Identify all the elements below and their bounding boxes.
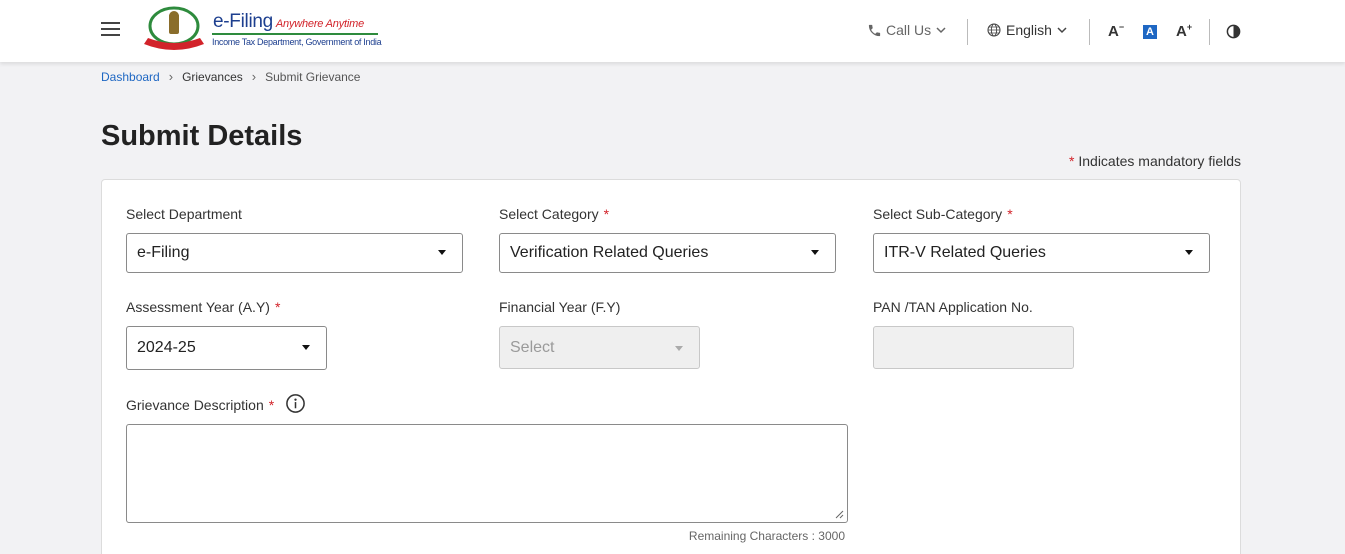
- info-icon[interactable]: [285, 393, 306, 414]
- font-decrease-button[interactable]: A−: [1108, 22, 1124, 40]
- logo-tagline: Anywhere Anytime: [275, 18, 365, 30]
- department-label: Select Department: [126, 206, 242, 222]
- required-asterisk: *: [1007, 206, 1013, 222]
- financial-year-label: Financial Year (F.Y): [499, 299, 620, 315]
- department-select[interactable]: e-Filing: [126, 233, 463, 273]
- remaining-characters: Remaining Characters : 3000: [688, 529, 845, 543]
- font-decrease-label: A: [1108, 23, 1119, 40]
- grievance-description-textarea[interactable]: [126, 424, 848, 523]
- subcategory-label: Select Sub-Category *: [873, 206, 1013, 222]
- assessment-year-select[interactable]: 2024-25: [126, 326, 327, 370]
- caret-down-icon: [675, 346, 683, 351]
- pan-tan-label: PAN /TAN Application No.: [873, 299, 1033, 315]
- category-label-text: Select Category: [499, 206, 599, 222]
- logo-subtitle: Income Tax Department, Government of Ind…: [212, 37, 382, 47]
- header-divider: [1209, 19, 1210, 45]
- font-reset-button[interactable]: A: [1143, 25, 1157, 39]
- required-asterisk: *: [274, 299, 281, 315]
- top-header: e-Filing Anywhere Anytime Income Tax Depa…: [0, 0, 1345, 62]
- financial-year-select: Select: [499, 326, 700, 369]
- call-us-dropdown[interactable]: Call Us: [867, 22, 947, 38]
- category-value: Verification Related Queries: [510, 244, 709, 261]
- financial-year-label-text: Financial Year (F.Y): [499, 299, 621, 315]
- caret-down-icon: [302, 345, 310, 350]
- emblem-logo-icon: [144, 6, 204, 50]
- font-increase-label: A: [1176, 23, 1187, 40]
- language-label: English: [1006, 22, 1052, 38]
- chevron-right-icon: ›: [251, 69, 257, 84]
- mandatory-note-text: Indicates mandatory fields: [1078, 153, 1241, 169]
- mandatory-note: * Indicates mandatory fields: [1069, 153, 1241, 169]
- resize-handle-icon[interactable]: [834, 509, 844, 519]
- assessment-year-label: Assessment Year (A.Y) *: [126, 299, 280, 315]
- logo-title-text: e-Filing: [213, 11, 273, 32]
- required-asterisk: *: [1069, 153, 1079, 169]
- font-increase-button[interactable]: A+: [1176, 22, 1192, 40]
- assessment-year-value: 2024-25: [137, 339, 196, 356]
- language-dropdown[interactable]: English: [986, 22, 1068, 38]
- description-label: Grievance Description *: [126, 397, 274, 413]
- chevron-down-icon: [936, 27, 946, 34]
- breadcrumb: Dashboard › Grievances › Submit Grievanc…: [101, 69, 360, 84]
- subcategory-label-text: Select Sub-Category: [873, 206, 1003, 222]
- logo-title: e-Filing Anywhere Anytime: [213, 11, 364, 33]
- header-divider: [1089, 19, 1090, 45]
- pan-tan-label-text: PAN /TAN Application No.: [873, 299, 1033, 315]
- chevron-down-icon: [1057, 27, 1067, 34]
- header-divider: [967, 19, 968, 45]
- caret-down-icon: [811, 250, 819, 255]
- logo-divider: [212, 33, 378, 35]
- chevron-right-icon: ›: [168, 69, 174, 84]
- caret-down-icon: [438, 250, 446, 255]
- globe-icon: [987, 23, 1001, 37]
- caret-down-icon: [1185, 250, 1193, 255]
- assessment-year-label-text: Assessment Year (A.Y): [126, 299, 270, 315]
- category-label: Select Category *: [499, 206, 609, 222]
- menu-icon[interactable]: [101, 22, 121, 38]
- required-asterisk: *: [603, 206, 610, 222]
- call-us-label: Call Us: [886, 22, 932, 38]
- pan-tan-input: [873, 326, 1074, 369]
- phone-icon: [868, 24, 881, 36]
- subcategory-select[interactable]: ITR-V Related Queries: [873, 233, 1210, 273]
- breadcrumb-grievances[interactable]: Grievances: [182, 70, 243, 84]
- required-asterisk: *: [268, 397, 275, 413]
- category-select[interactable]: Verification Related Queries: [499, 233, 836, 273]
- page-title: Submit Details: [101, 120, 303, 152]
- breadcrumb-dashboard[interactable]: Dashboard: [101, 70, 160, 84]
- department-label-text: Select Department: [126, 206, 242, 222]
- contrast-icon[interactable]: [1226, 24, 1241, 39]
- subcategory-value: ITR-V Related Queries: [884, 244, 1046, 261]
- description-label-text: Grievance Description: [126, 397, 264, 413]
- breadcrumb-current: Submit Grievance: [265, 69, 361, 84]
- department-value: e-Filing: [137, 244, 190, 261]
- financial-year-value: Select: [510, 338, 555, 356]
